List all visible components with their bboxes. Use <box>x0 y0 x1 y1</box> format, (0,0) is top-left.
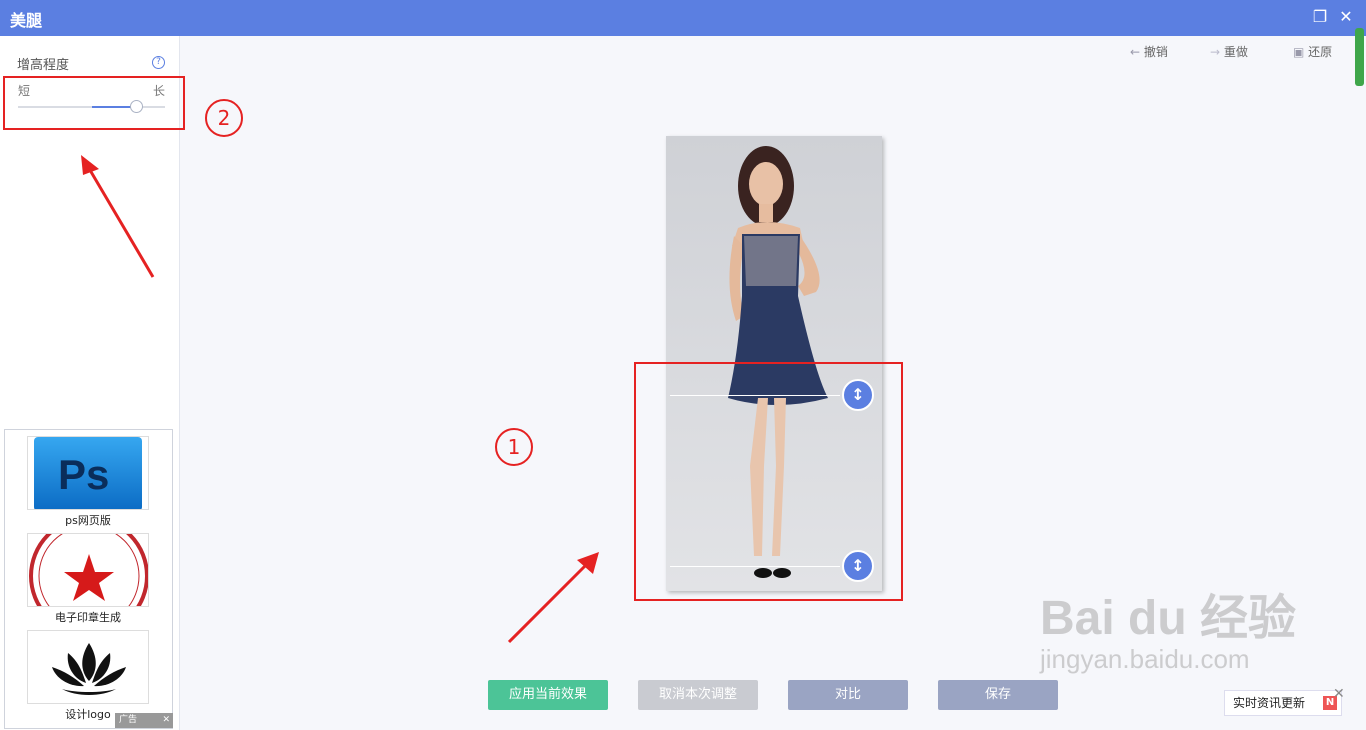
ad-item-ps[interactable]: Ps ps网页版 <box>27 436 149 528</box>
close-ad-icon[interactable]: ✕ <box>162 713 170 728</box>
window-title: 美腿 <box>10 11 43 30</box>
undo-label: 撤销 <box>1143 45 1168 59</box>
lotus-logo-icon <box>27 630 149 704</box>
restore-window-icon[interactable]: ❐ <box>1311 8 1329 26</box>
compare-button[interactable]: 对比 <box>788 680 908 710</box>
ad-panel: Ps ps网页版 电子印章生成 设计logo 广告 ✕ <box>4 429 173 729</box>
watermark-sub: jingyan.baidu.com <box>1040 644 1250 674</box>
annotation-marker-2: 2 <box>205 99 243 137</box>
ad-label: 电子印章生成 <box>55 611 121 624</box>
annotation-marker-1: 1 <box>495 428 533 466</box>
news-update-toast[interactable]: 实时资讯更新 N <box>1224 690 1342 716</box>
height-level-label: 增高程度 <box>17 58 70 73</box>
scrollbar[interactable] <box>1355 28 1364 86</box>
close-news-icon[interactable]: ✕ <box>1333 686 1345 702</box>
arrow-right-icon: → <box>1210 45 1221 59</box>
baidu-watermark: Bai du 经验 jingyan.baidu.com <box>1040 578 1296 675</box>
image-icon: ▣ <box>1293 45 1305 59</box>
annotation-arrow-up-right <box>507 552 599 644</box>
restore-button[interactable]: ▣ 还原 <box>1293 43 1332 60</box>
ad-tag[interactable]: 广告 ✕ <box>115 713 173 728</box>
annotation-arrow-up <box>81 155 155 278</box>
watermark-main: Bai du 经验 <box>1040 592 1297 645</box>
annotation-box-slider <box>3 76 185 130</box>
help-icon[interactable]: ? <box>152 56 165 69</box>
redo-label: 重做 <box>1223 45 1248 59</box>
ad-item-logo[interactable]: 设计logo <box>27 630 149 722</box>
ps-logo-text: Ps <box>58 451 110 498</box>
arrow-left-icon: ← <box>1130 45 1141 59</box>
annotation-box-legs <box>634 362 903 601</box>
ad-label: ps网页版 <box>65 514 111 527</box>
apply-effect-button[interactable]: 应用当前效果 <box>488 680 608 710</box>
news-label: 实时资讯更新 <box>1233 696 1306 710</box>
cancel-adjust-button[interactable]: 取消本次调整 <box>638 680 758 710</box>
close-icon[interactable]: ✕ <box>1337 8 1355 26</box>
seal-icon <box>27 533 149 607</box>
redo-button[interactable]: → 重做 <box>1210 43 1248 60</box>
ad-tag-label: 广告 <box>119 715 138 725</box>
undo-button[interactable]: ← 撤销 <box>1130 43 1168 60</box>
restore-label: 还原 <box>1308 45 1333 59</box>
save-button[interactable]: 保存 <box>938 680 1058 710</box>
ps-logo-icon: Ps <box>27 436 149 510</box>
ad-item-seal[interactable]: 电子印章生成 <box>27 533 149 625</box>
title-bar: 美腿 ❐ ✕ <box>0 0 1366 36</box>
